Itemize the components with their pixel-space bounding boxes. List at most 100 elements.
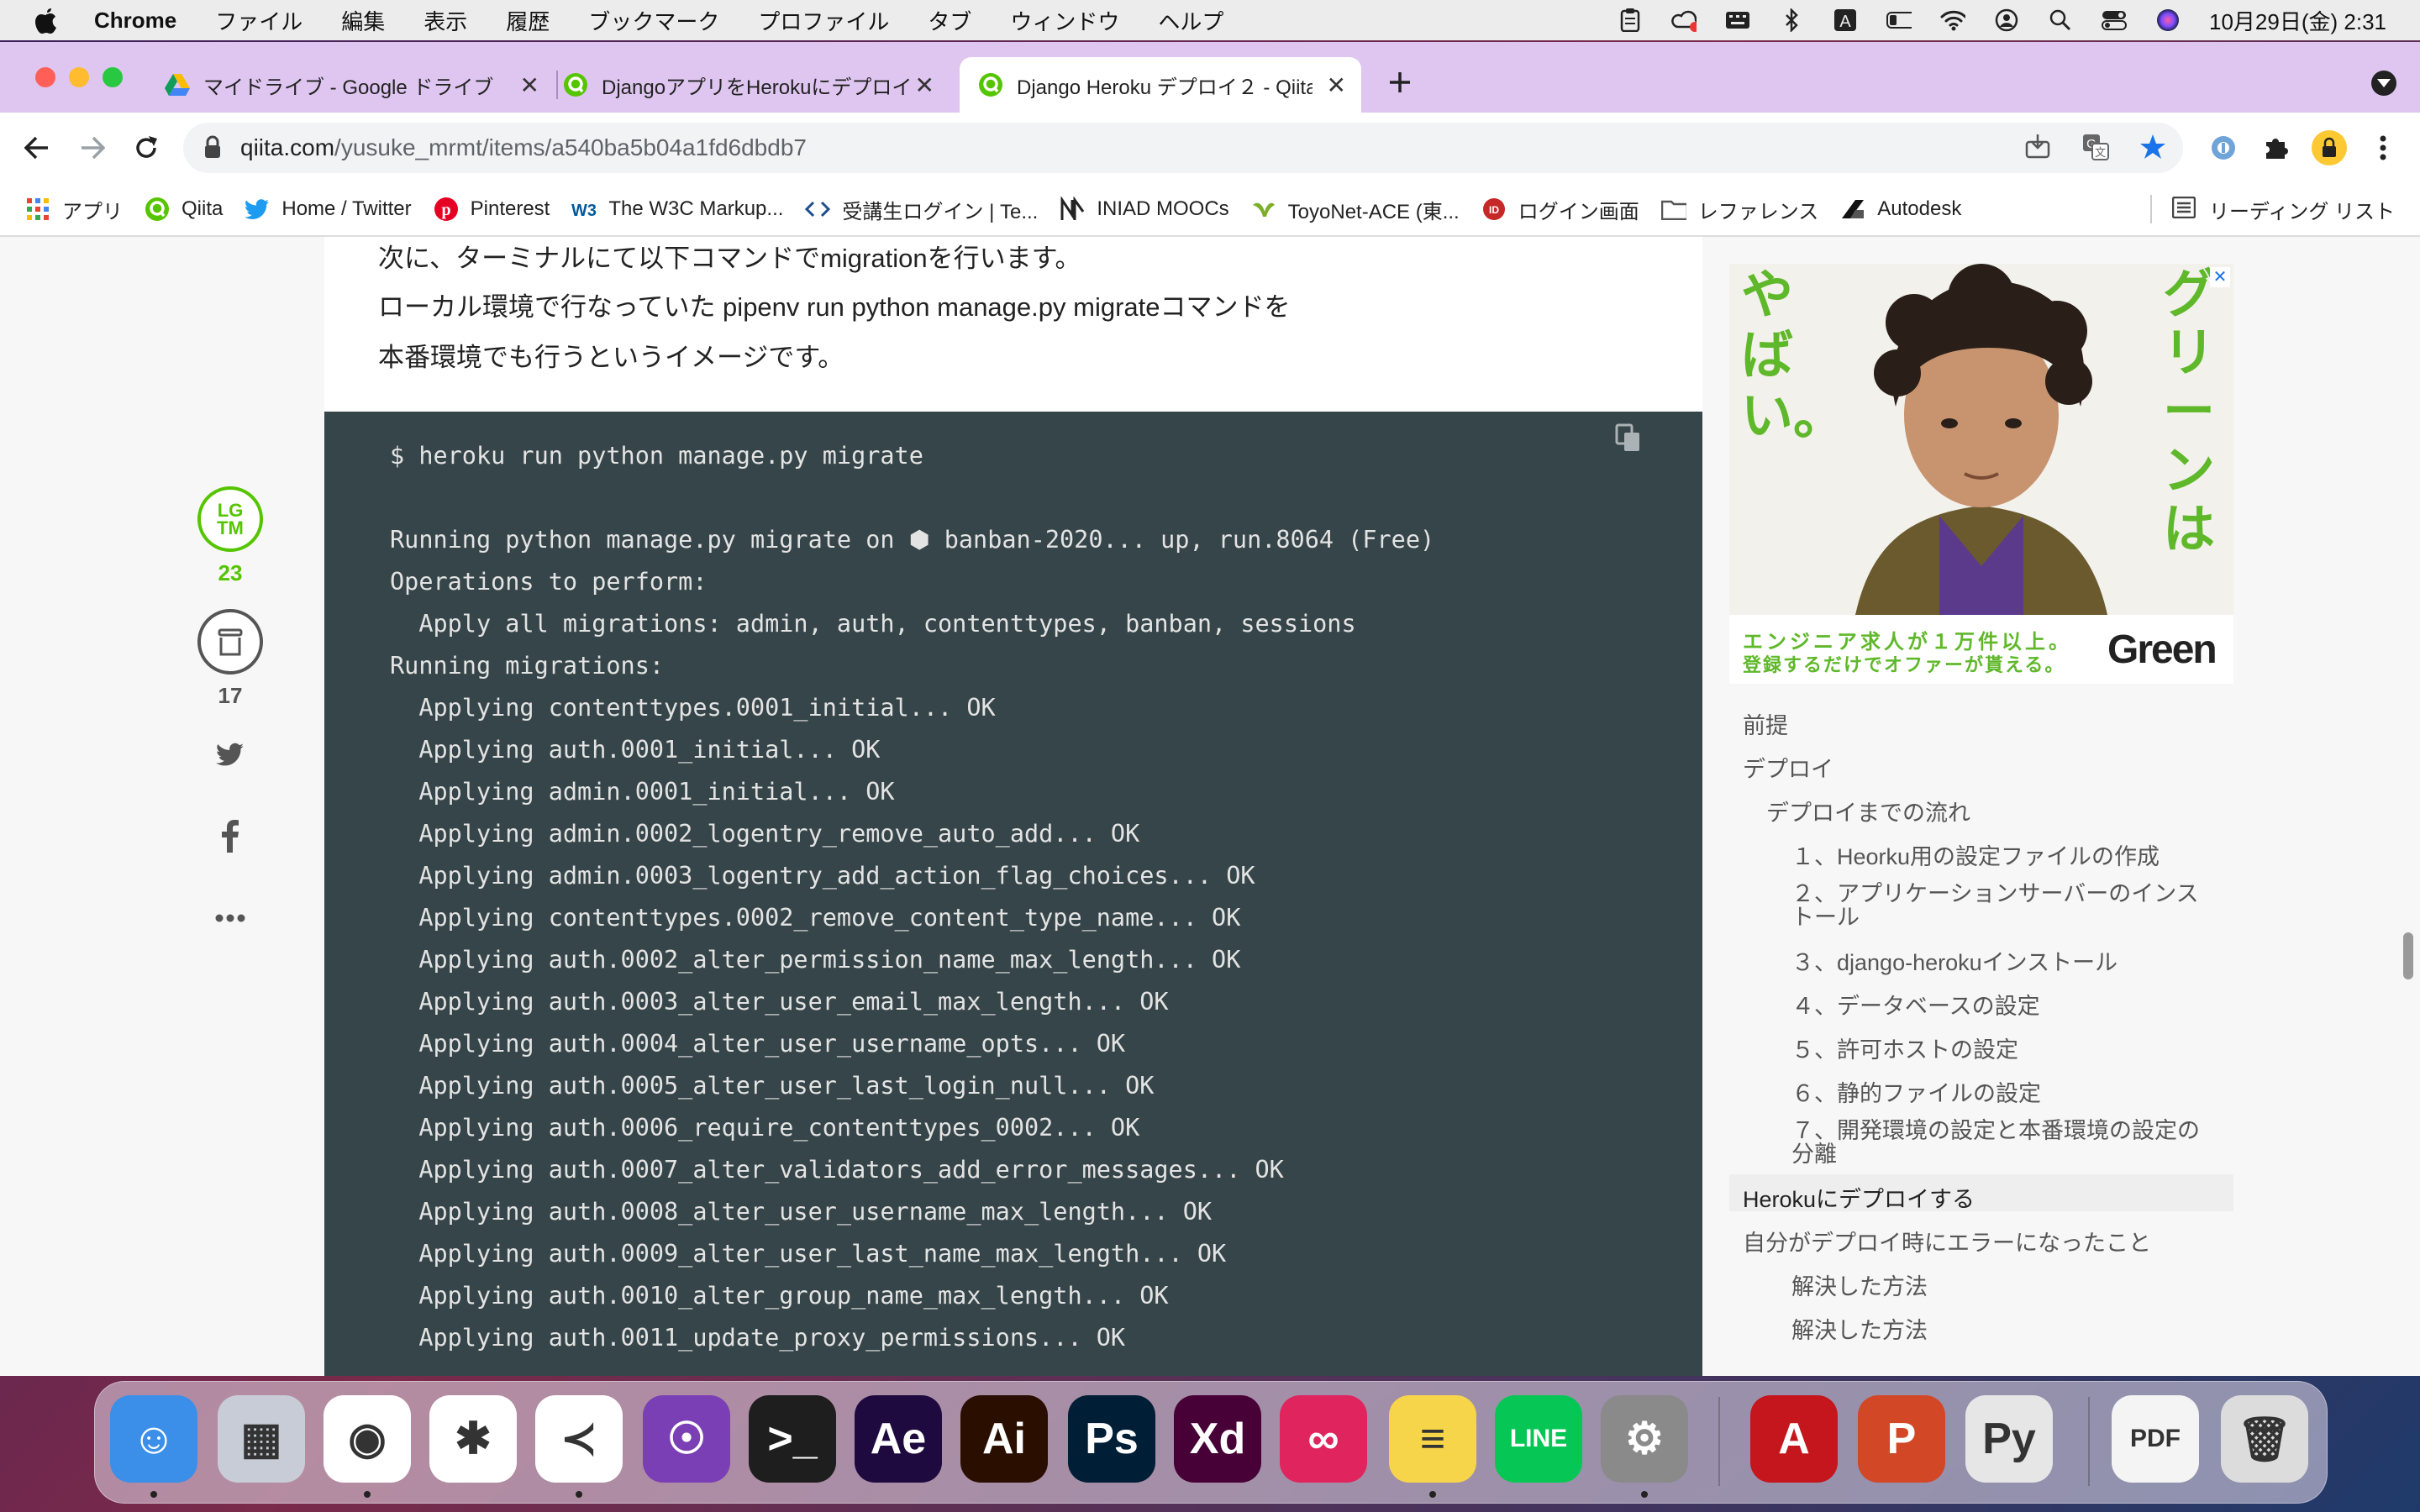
toc-item[interactable]: １、Heorku用の設定ファイルの作成: [1791, 838, 2160, 871]
vscode-icon[interactable]: ≺: [535, 1395, 623, 1483]
toc-item[interactable]: ５、許可ホストの設定: [1791, 1032, 2018, 1064]
tab-django-heroku-1[interactable]: DjangoアプリをHerokuにデプロイ ✕: [563, 57, 950, 113]
bookmark-folder-reference[interactable]: レファレンス: [1660, 195, 1818, 224]
ad-close-icon[interactable]: ✕: [2210, 267, 2230, 287]
system-preferences-icon[interactable]: ⚙: [1601, 1395, 1688, 1483]
toc-item[interactable]: ７、開発環境の設定と本番環境の設定の分離: [1791, 1119, 2220, 1166]
toc-item[interactable]: 解決した方法: [1791, 1312, 1928, 1345]
toc-item-active[interactable]: Herokuにデプロイする: [1743, 1181, 1975, 1214]
toc-item[interactable]: 解決した方法: [1791, 1268, 1928, 1301]
launchpad-icon[interactable]: ▦: [218, 1395, 305, 1483]
battery-icon[interactable]: [1886, 8, 1912, 33]
menu-app-name[interactable]: Chrome: [94, 8, 176, 34]
menu-help[interactable]: ヘルプ: [1158, 5, 1223, 36]
twitter-share-icon[interactable]: [197, 738, 264, 771]
bookmark-apps[interactable]: アプリ: [25, 195, 123, 224]
photoshop-icon[interactable]: Ps: [1068, 1395, 1155, 1483]
after-effects-icon[interactable]: Ae: [855, 1395, 942, 1483]
toc-item[interactable]: ６、静的ファイルの設定: [1791, 1075, 2041, 1108]
close-tab-icon[interactable]: ✕: [915, 71, 934, 99]
keyboard-icon[interactable]: [1725, 8, 1750, 33]
menu-edit[interactable]: 編集: [341, 5, 385, 36]
terminal-icon[interactable]: >_: [749, 1395, 836, 1483]
finder-icon[interactable]: ☺: [110, 1395, 197, 1483]
extensions-puzzle-icon[interactable]: [2254, 126, 2297, 170]
close-tab-icon[interactable]: ✕: [1327, 71, 1346, 99]
code-block[interactable]: $ heroku run python manage.py migrate Ru…: [324, 412, 1702, 1376]
bookmark-autodesk[interactable]: Autodesk: [1840, 197, 1961, 222]
back-arrow-icon[interactable]: [15, 126, 59, 170]
user-account-icon[interactable]: [1994, 8, 2019, 33]
menu-window[interactable]: ウィンドウ: [1010, 5, 1119, 36]
bluetooth-icon[interactable]: [1779, 8, 1804, 33]
bookmark-w3c[interactable]: W3 The W3C Markup...: [571, 197, 783, 222]
menu-history[interactable]: 履歴: [506, 5, 550, 36]
lgtm-button[interactable]: LG TM: [197, 486, 264, 553]
tab-search-icon[interactable]: [2371, 71, 2396, 96]
toc-item[interactable]: ２、アプリケーションサーバーのインストール: [1791, 882, 2220, 929]
menu-profile[interactable]: プロファイル: [758, 5, 889, 36]
pdf-document-icon[interactable]: PDF: [2112, 1395, 2199, 1483]
creative-cloud-status-icon[interactable]: [1671, 8, 1697, 33]
menu-bookmarks[interactable]: ブックマーク: [588, 5, 719, 36]
new-tab-plus-icon[interactable]: [1383, 66, 1417, 99]
install-app-icon[interactable]: [2025, 134, 2054, 162]
zoom-window-button[interactable]: [103, 67, 123, 87]
bookmark-pinterest[interactable]: p Pinterest: [434, 197, 550, 222]
python-launcher-icon[interactable]: Py: [1965, 1395, 2053, 1483]
bookmark-twitter[interactable]: Home / Twitter: [245, 197, 412, 222]
menu-tab[interactable]: タブ: [928, 5, 971, 36]
close-tab-icon[interactable]: ✕: [520, 71, 539, 99]
bookmark-login[interactable]: ID ログイン画面: [1481, 195, 1639, 224]
bookmark-qiita[interactable]: Qiita: [145, 197, 223, 222]
creative-cloud-icon[interactable]: ∞: [1280, 1395, 1367, 1483]
wifi-icon[interactable]: [1940, 8, 1966, 33]
lock-icon[interactable]: [203, 135, 224, 160]
url-text[interactable]: qiita.com/yusuke_mrmt/items/a540ba5b04a1…: [240, 134, 807, 161]
siri-icon[interactable]: [2155, 8, 2181, 33]
clipboard-icon[interactable]: [1618, 8, 1643, 33]
address-bar[interactable]: qiita.com/yusuke_mrmt/items/a540ba5b04a1…: [183, 123, 2183, 173]
toc-item[interactable]: 前提: [1743, 707, 1788, 740]
menu-file[interactable]: ファイル: [215, 5, 302, 36]
reload-icon[interactable]: [124, 126, 168, 170]
forward-arrow-icon[interactable]: [71, 126, 114, 170]
input-source-icon[interactable]: A: [1833, 8, 1858, 33]
powerpoint-icon[interactable]: P: [1858, 1395, 1945, 1483]
github-desktop-icon[interactable]: ☉: [643, 1395, 730, 1483]
facebook-share-icon[interactable]: [197, 816, 264, 855]
close-window-button[interactable]: [35, 67, 55, 87]
bookmark-iniad[interactable]: INIAD MOOCs: [1060, 197, 1229, 222]
toc-item[interactable]: 自分がデプロイ時にエラーになったこと: [1743, 1225, 2151, 1257]
tab-django-heroku-2[interactable]: Django Heroku デプロイ２ - Qiita ✕: [960, 57, 1361, 113]
control-center-icon[interactable]: [2102, 8, 2128, 33]
bookmark-toyonet[interactable]: ToyoNet-ACE (東...: [1251, 195, 1460, 224]
toc-item[interactable]: デプロイ: [1743, 751, 1833, 784]
apple-menu-icon[interactable]: [34, 6, 59, 34]
acrobat-icon[interactable]: A: [1750, 1395, 1838, 1483]
bookmark-star-icon[interactable]: [2139, 134, 2168, 162]
translate-icon[interactable]: G文: [2082, 134, 2111, 162]
illustrator-icon[interactable]: Ai: [960, 1395, 1048, 1483]
slack-icon[interactable]: ✱: [429, 1395, 517, 1483]
copy-code-icon[interactable]: [1615, 423, 1645, 454]
xd-icon[interactable]: Xd: [1174, 1395, 1261, 1483]
menu-clock[interactable]: 10月29日(金) 2:31: [2209, 5, 2386, 36]
trash-icon[interactable]: 🗑: [2221, 1395, 2308, 1483]
notes-icon[interactable]: ≡: [1389, 1395, 1476, 1483]
menu-view[interactable]: 表示: [424, 5, 467, 36]
stock-button[interactable]: [197, 608, 264, 675]
line-icon[interactable]: LINE: [1495, 1395, 1582, 1483]
chrome-menu-icon[interactable]: [2361, 126, 2405, 170]
extension-1password-icon[interactable]: [2202, 126, 2245, 170]
toc-item[interactable]: ３、django-herokuインストール: [1791, 944, 2118, 977]
advertisement-banner[interactable]: やばい。 グリーンは ✕ エンジニア求人が１万件以上。 登録するだけでオファーが…: [1729, 264, 2233, 684]
profile-avatar-icon[interactable]: [2307, 126, 2351, 170]
spotlight-search-icon[interactable]: [2048, 8, 2073, 33]
minimize-window-button[interactable]: [69, 67, 89, 87]
more-options-icon[interactable]: [197, 906, 264, 931]
tab-google-drive[interactable]: マイドライブ - Google ドライブ ✕: [165, 57, 555, 113]
toc-item[interactable]: ４、データベースの設定: [1791, 988, 2040, 1021]
page-scrollbar-thumb[interactable]: [2403, 932, 2413, 979]
toc-item[interactable]: デプロイまでの流れ: [1766, 795, 1970, 827]
